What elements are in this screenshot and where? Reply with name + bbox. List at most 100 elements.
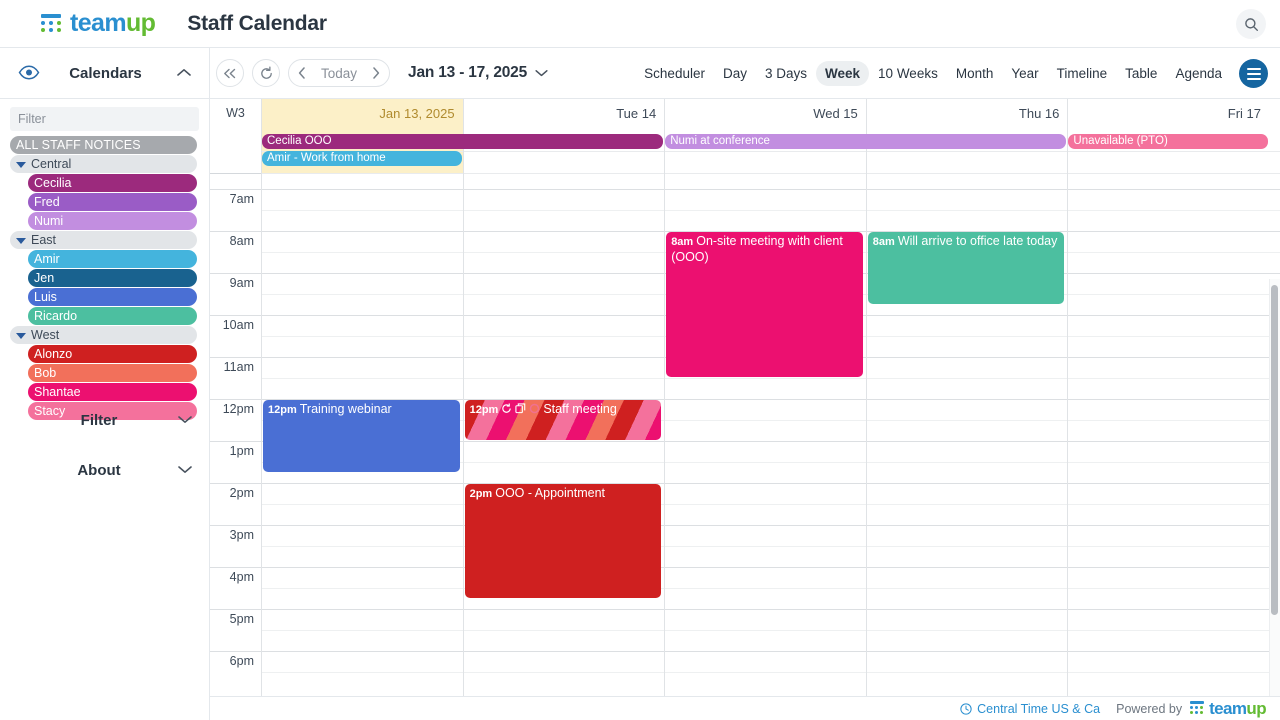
sidebar-section-filter[interactable]: Filter [0, 395, 210, 445]
logo-text-up: up [125, 9, 156, 37]
view-tab-10-weeks[interactable]: 10 Weeks [869, 61, 947, 86]
hour-label: 2pm [229, 486, 254, 500]
event-title: OOO - Appointment [495, 486, 605, 500]
footer-teamup-logo[interactable]: teamup [1189, 699, 1267, 719]
timezone-button[interactable]: Central Time US & Ca [960, 702, 1100, 716]
hour-label: 4pm [229, 570, 254, 584]
all-day-events-row: Cecilia OOO Numi at conference Unavailable… [210, 130, 1280, 174]
next-period-button[interactable] [363, 60, 389, 86]
sidebar-title: Calendars [69, 64, 142, 82]
calendar-item-jen[interactable]: Jen [28, 269, 197, 287]
view-tab-scheduler[interactable]: Scheduler [635, 61, 714, 86]
column-divider [865, 174, 867, 696]
view-tab-timeline[interactable]: Timeline [1048, 61, 1117, 86]
column-divider [261, 99, 262, 174]
all-day-event[interactable]: Numi at conference [665, 134, 1067, 149]
calendar-item-fred[interactable]: Fred [28, 193, 197, 211]
half-hour-gridline [261, 504, 1280, 505]
copy-icon [515, 403, 526, 418]
column-divider [462, 174, 464, 696]
hour-label: 5pm [229, 612, 254, 626]
calendar-item-bob[interactable]: Bob [28, 364, 197, 382]
calendar-item-cecilia[interactable]: Cecilia [28, 174, 197, 192]
refresh-button[interactable] [252, 59, 280, 87]
day-header-3[interactable]: Thu 16 [865, 99, 1068, 130]
view-tab-week[interactable]: Week [816, 60, 870, 86]
triangle-down-icon [16, 332, 26, 339]
chevron-left-icon [298, 67, 305, 79]
calendar-scrollbar-thumb[interactable] [1271, 285, 1278, 615]
hour-gridline [210, 483, 1280, 484]
teamup-logo-dots-icon [40, 13, 64, 35]
day-header-2[interactable]: Wed 15 [664, 99, 866, 130]
all-day-event[interactable]: Cecilia OOO [262, 134, 664, 149]
day-header-0[interactable]: Jan 13, 2025 [261, 99, 463, 130]
calendar-event[interactable]: 2pm OOO - Appointment [464, 484, 662, 598]
sidebar-collapse-button[interactable] [177, 64, 191, 82]
hour-gridline [210, 651, 1280, 652]
hamburger-menu-icon [1246, 67, 1261, 70]
all-day-event[interactable]: Unavailable (PTO) [1068, 134, 1268, 149]
date-range-picker[interactable]: Jan 13 - 17, 2025 [408, 64, 548, 82]
sidebar-header: Calendars [0, 48, 209, 99]
calendar-event[interactable]: 8am On-site meeting with client (OOO) [666, 232, 863, 377]
calendar-group-label: East [31, 233, 57, 247]
hour-label: 1pm [229, 444, 254, 458]
previous-period-button[interactable] [289, 60, 315, 86]
calendar-event[interactable]: 12pm Training webinar [263, 400, 460, 472]
day-headers-row: W3 Jan 13, 2025 Tue 14 Wed 15 Thu 16 Fri 17 [210, 99, 1280, 130]
view-tab-year[interactable]: Year [1002, 61, 1047, 86]
teamup-logo-dots-icon [1189, 701, 1206, 716]
calendar-list: ALL STAFF NOTICES Central Cecilia Fred Numi E… [0, 136, 209, 420]
search-button[interactable] [1236, 9, 1266, 39]
event-time: 12pm [469, 404, 499, 416]
sidebar-section-about[interactable]: About [0, 445, 210, 495]
triangle-down-icon [16, 161, 26, 168]
hour-gridline [210, 525, 1280, 526]
refresh-icon [260, 65, 272, 79]
calendar-event[interactable]: 8am Will arrive to office late today [867, 232, 1065, 304]
main-menu-button[interactable] [1239, 59, 1268, 88]
calendar-item-luis[interactable]: Luis [28, 288, 197, 306]
collapse-sidebar-button[interactable] [216, 59, 244, 87]
calendar-item-numi[interactable]: Numi [28, 212, 197, 230]
half-hour-gridline [261, 210, 1280, 211]
hour-label: 7am [229, 192, 254, 206]
sidebar-section-filter-label: Filter [80, 411, 118, 429]
filter-section-toggle[interactable] [178, 411, 192, 429]
about-section-toggle[interactable] [178, 461, 192, 479]
view-tab-month[interactable]: Month [947, 61, 1003, 86]
half-hour-gridline [261, 546, 1280, 547]
view-tab-3-days[interactable]: 3 Days [756, 61, 816, 86]
calendar-filter-input[interactable]: Filter [10, 107, 199, 131]
calendar-item-ricardo[interactable]: Ricardo [28, 307, 197, 325]
event-title: Staff meeting [543, 402, 617, 416]
clock-icon [960, 702, 972, 715]
sidebar-section-about-label: About [77, 461, 121, 479]
double-chevron-left-icon [224, 68, 236, 78]
calendar-event[interactable]: 12pm Staff meeting [464, 400, 662, 440]
calendar-group-central[interactable]: Central [10, 155, 197, 173]
view-tab-day[interactable]: Day [714, 61, 756, 86]
calendar-group-west[interactable]: West [10, 326, 197, 344]
calendar-group-label: West [31, 328, 60, 342]
hour-label: 9am [229, 276, 254, 290]
circle-status-icon [529, 403, 540, 418]
calendar-item-amir[interactable]: Amir [28, 250, 197, 268]
sidebar: Calendars Filter ALL STAFF NOTICES Centra… [0, 48, 210, 720]
recurring-icon [501, 403, 512, 418]
today-button[interactable]: Today [315, 66, 363, 81]
time-grid: 7am 8am 9am 10am 11am 12pm 1pm 2pm 3pm 4pm 5pm 6pm 8… [210, 174, 1280, 696]
calendar-item-alonzo[interactable]: Alonzo [28, 345, 197, 363]
half-hour-gridline [261, 672, 1280, 673]
hour-gridline [210, 609, 1280, 610]
view-tab-table[interactable]: Table [1116, 61, 1166, 86]
day-header-1[interactable]: Tue 14 [462, 99, 665, 130]
all-day-event[interactable]: Amir - Work from home [262, 151, 462, 166]
view-tab-agenda[interactable]: Agenda [1166, 61, 1231, 86]
day-header-4[interactable]: Fri 17 [1067, 99, 1269, 130]
calendar-item-all-staff-notices[interactable]: ALL STAFF NOTICES [10, 136, 197, 154]
teamup-logo[interactable]: teamup [40, 9, 156, 38]
hour-label: 3pm [229, 528, 254, 542]
calendar-group-east[interactable]: East [10, 231, 197, 249]
